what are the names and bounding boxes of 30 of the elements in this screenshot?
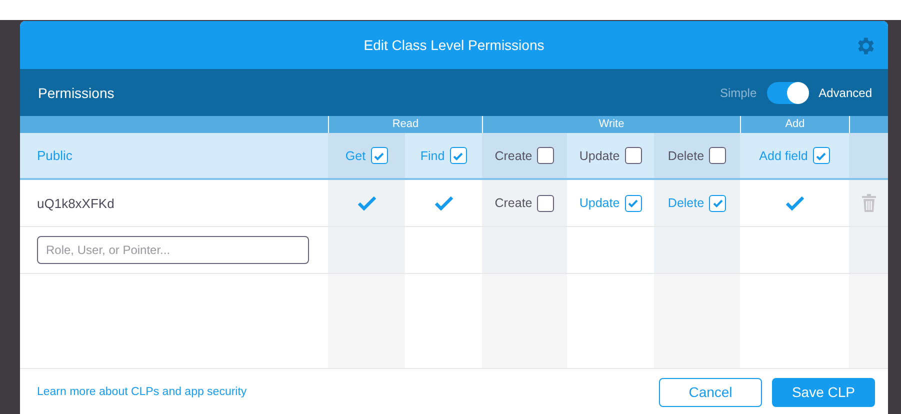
permission-checkbox[interactable]: Get [345, 147, 388, 164]
checkmark-icon[interactable] [784, 195, 804, 211]
permission-checkbox[interactable]: Find [420, 147, 467, 164]
permission-checkbox[interactable]: Create [494, 147, 554, 164]
mode-label: Advanced [818, 86, 872, 100]
column-group-header: Read [328, 116, 482, 133]
help-link[interactable]: Learn more about CLPs and app security [37, 386, 247, 398]
trash-icon[interactable] [862, 194, 876, 212]
save-button[interactable]: Save CLP [772, 378, 875, 406]
row-name: uQ1k8xXFKd [37, 196, 114, 210]
input-field[interactable]: Role, User, or Pointer... [37, 236, 309, 264]
permission-checkbox[interactable]: Delete [668, 147, 726, 164]
section-title: Permissions [38, 84, 114, 100]
mode-label: Simple [720, 86, 757, 100]
permission-checkbox[interactable]: Add field [759, 147, 830, 164]
cancel-button[interactable]: Cancel [659, 378, 762, 406]
check-icon [712, 197, 724, 209]
permission-checkbox[interactable]: Delete [668, 194, 726, 212]
mode-toggle[interactable] [766, 82, 809, 104]
permission-checkbox[interactable]: Update [579, 194, 642, 212]
modal-title: Edit Class Level Permissions [364, 37, 544, 53]
checkmark-icon[interactable] [434, 195, 454, 211]
column-group-header [849, 116, 888, 133]
permission-checkbox[interactable]: Update [579, 147, 642, 164]
row-name: Public [37, 148, 72, 163]
checkmark-icon[interactable] [356, 195, 376, 211]
permission-checkbox[interactable]: Create [494, 194, 554, 212]
column-group-header: Add [740, 116, 849, 133]
check-icon [627, 197, 640, 209]
column-group-header: Write [482, 116, 740, 133]
